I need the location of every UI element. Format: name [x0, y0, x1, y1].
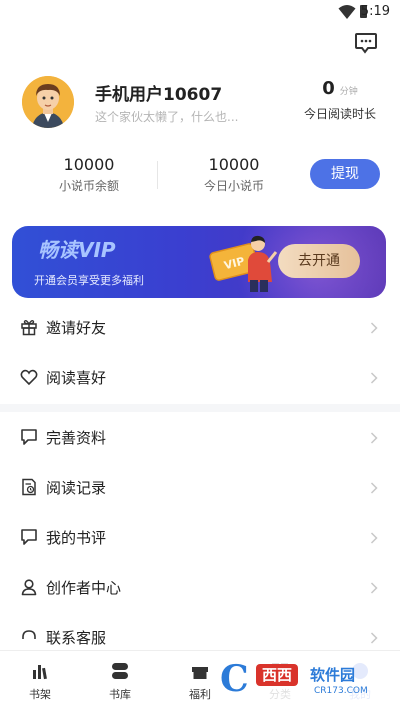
library-icon: [112, 663, 128, 679]
chevron-right-icon: [370, 432, 378, 444]
today-read-unit: 分钟: [339, 87, 358, 97]
menu-item-complete-profile[interactable]: 完善资料: [0, 414, 400, 464]
menu-item-reading-record[interactable]: 阅读记录: [0, 464, 400, 514]
message-icon[interactable]: [354, 32, 378, 54]
user-icon: [21, 579, 37, 596]
menu-item-label: 我的书评: [46, 529, 107, 547]
chevron-right-icon: [370, 632, 378, 644]
menu-item-invite-friends[interactable]: 邀请好友: [0, 304, 400, 354]
username[interactable]: 手机用户10607: [95, 80, 222, 105]
comment-icon: [21, 529, 37, 545]
status-time: 5:19: [360, 4, 390, 19]
watermark-brand: 西西: [256, 664, 299, 686]
watermark-site: 软件园: [310, 666, 356, 684]
coin-balance: 10000 小说币余额: [29, 155, 149, 194]
menu-item-label: 邀请好友: [46, 319, 107, 337]
tab-library[interactable]: 书库: [80, 651, 160, 710]
coin-today-label: 今日小说币: [203, 179, 264, 193]
watermark-letter: C: [220, 658, 249, 700]
menu-item-my-reviews[interactable]: 我的书评: [0, 514, 400, 564]
chevron-right-icon: [370, 372, 378, 384]
today-read-time: 0 分钟 今日阅读时长: [300, 78, 380, 122]
watermark-url: CR173.COM: [314, 686, 368, 696]
tab-label: 书架: [29, 688, 51, 701]
gift-icon: [21, 320, 37, 336]
chevron-right-icon: [370, 322, 378, 334]
vip-subtitle: 开通会员享受更多福利: [34, 274, 144, 287]
vip-banner[interactable]: 畅读VIP 开通会员享受更多福利 VIP 去开通: [12, 226, 386, 298]
menu-item-label: 联系客服: [46, 629, 107, 647]
user-signature[interactable]: 这个家伙太懒了，什么也...: [95, 108, 238, 125]
menu-item-label: 阅读喜好: [46, 369, 107, 387]
tab-label: 书库: [109, 688, 131, 701]
menu-item-label: 完善资料: [46, 429, 107, 447]
tab-bookshelf[interactable]: 书架: [0, 651, 80, 710]
vip-open-button[interactable]: 去开通: [278, 244, 360, 278]
coin-today-value: 10000: [208, 155, 260, 174]
menu-item-label: 阅读记录: [46, 479, 107, 497]
status-bar: 5:19: [0, 0, 400, 26]
vip-person-illustration: [248, 235, 278, 292]
avatar[interactable]: [22, 76, 74, 128]
today-read-minutes: 0: [322, 78, 335, 99]
withdraw-button[interactable]: 提现: [310, 159, 380, 189]
chat-bubble-icon: [21, 429, 37, 445]
reading-record-icon: [22, 478, 36, 496]
profile-header: 手机用户10607 这个家伙太懒了，什么也... 0 分钟 今日阅读时长: [0, 76, 400, 136]
wifi-icon: [338, 5, 356, 19]
watermark-logo: C 西西 软件园 CR173.COM: [218, 658, 380, 702]
coin-summary: 10000 小说币余额 10000 今日小说币 提现: [0, 155, 400, 197]
chevron-right-icon: [370, 532, 378, 544]
heart-icon: [20, 369, 38, 386]
gift-icon: [192, 667, 208, 679]
menu-item-reading-preference[interactable]: 阅读喜好: [0, 354, 400, 404]
menu-item-creator-center[interactable]: 创作者中心: [0, 564, 400, 614]
coin-balance-label: 小说币余额: [58, 179, 119, 193]
coin-today: 10000 今日小说币: [174, 155, 294, 194]
coin-divider: [157, 161, 158, 189]
chevron-right-icon: [370, 582, 378, 594]
today-read-label: 今日阅读时长: [303, 107, 376, 121]
coin-balance-value: 10000: [63, 155, 115, 174]
bookshelf-icon: [33, 665, 47, 680]
vip-title: 畅读VIP: [38, 238, 116, 262]
avatar-illustration: [22, 76, 74, 128]
section-divider: [0, 404, 400, 412]
headset-icon: [22, 630, 36, 639]
menu-item-label: 创作者中心: [46, 579, 122, 597]
chevron-right-icon: [370, 482, 378, 494]
